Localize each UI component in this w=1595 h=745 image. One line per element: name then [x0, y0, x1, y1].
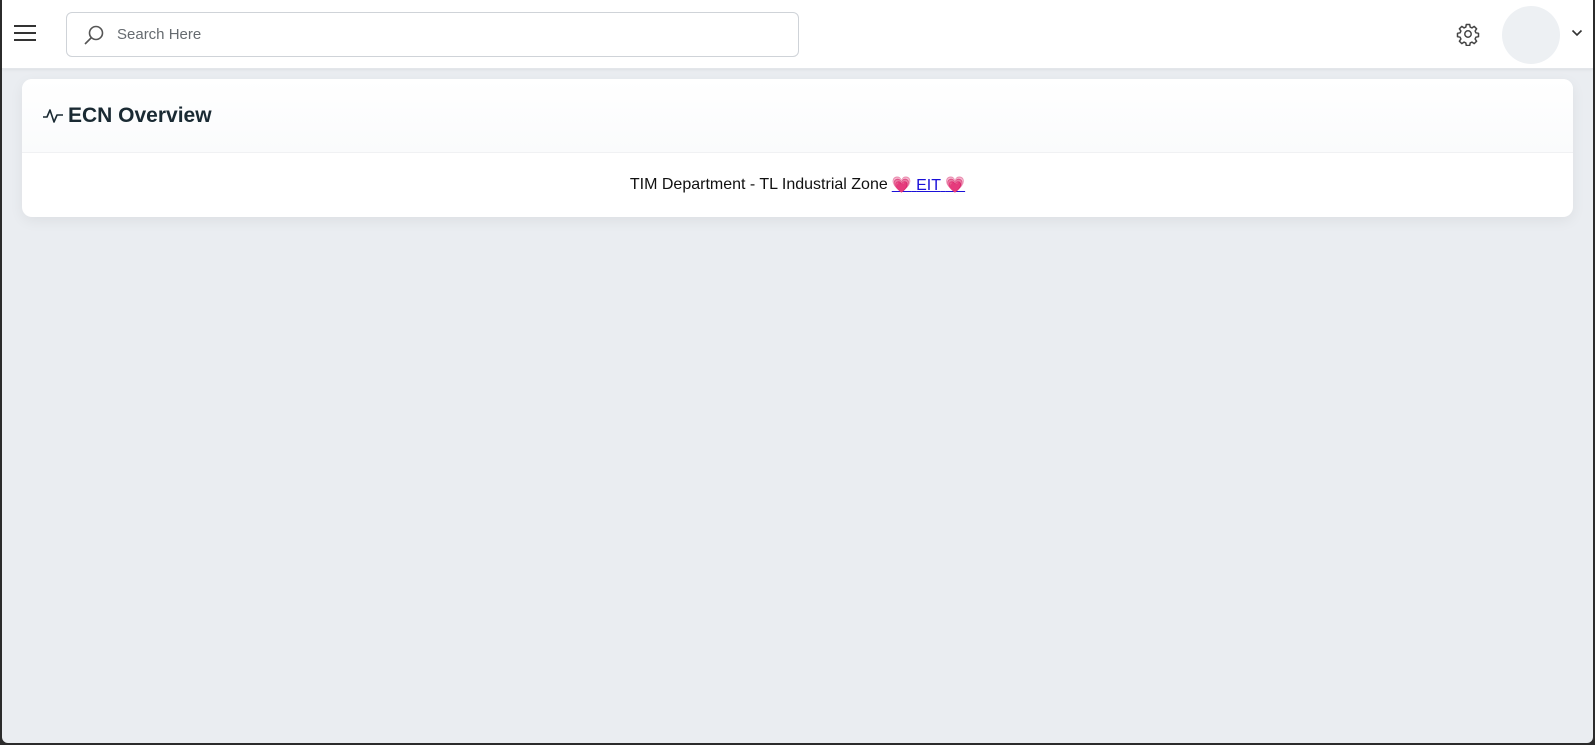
- eit-link[interactable]: 💗 EIT 💗: [892, 175, 965, 195]
- menu-button[interactable]: [12, 20, 38, 46]
- pulse-icon: [42, 105, 64, 127]
- page-title: ECN Overview: [68, 103, 212, 127]
- eit-link-label: EIT: [916, 177, 941, 194]
- department-text: TIM Department - TL Industrial Zone: [629, 176, 888, 193]
- ecn-overview-card: ECN Overview TIM Department - TL Industr…: [22, 79, 1573, 217]
- heart-icon: 💗: [891, 177, 912, 194]
- app-window: ECN Overview TIM Department - TL Industr…: [2, 0, 1593, 743]
- hamburger-icon: [14, 25, 36, 41]
- gear-icon: [1456, 23, 1480, 46]
- search-input[interactable]: [117, 13, 798, 56]
- user-menu-toggle[interactable]: [1569, 25, 1585, 41]
- chevron-down-icon: [1571, 29, 1583, 37]
- settings-button[interactable]: [1455, 21, 1481, 47]
- heart-icon: 💗: [945, 177, 966, 194]
- card-header: ECN Overview: [22, 79, 1573, 153]
- avatar[interactable]: [1502, 6, 1560, 64]
- card-footer: TIM Department - TL Industrial Zone 💗 EI…: [22, 153, 1573, 217]
- search-icon: [81, 22, 107, 48]
- search-box[interactable]: [66, 12, 799, 57]
- top-bar: [2, 0, 1593, 69]
